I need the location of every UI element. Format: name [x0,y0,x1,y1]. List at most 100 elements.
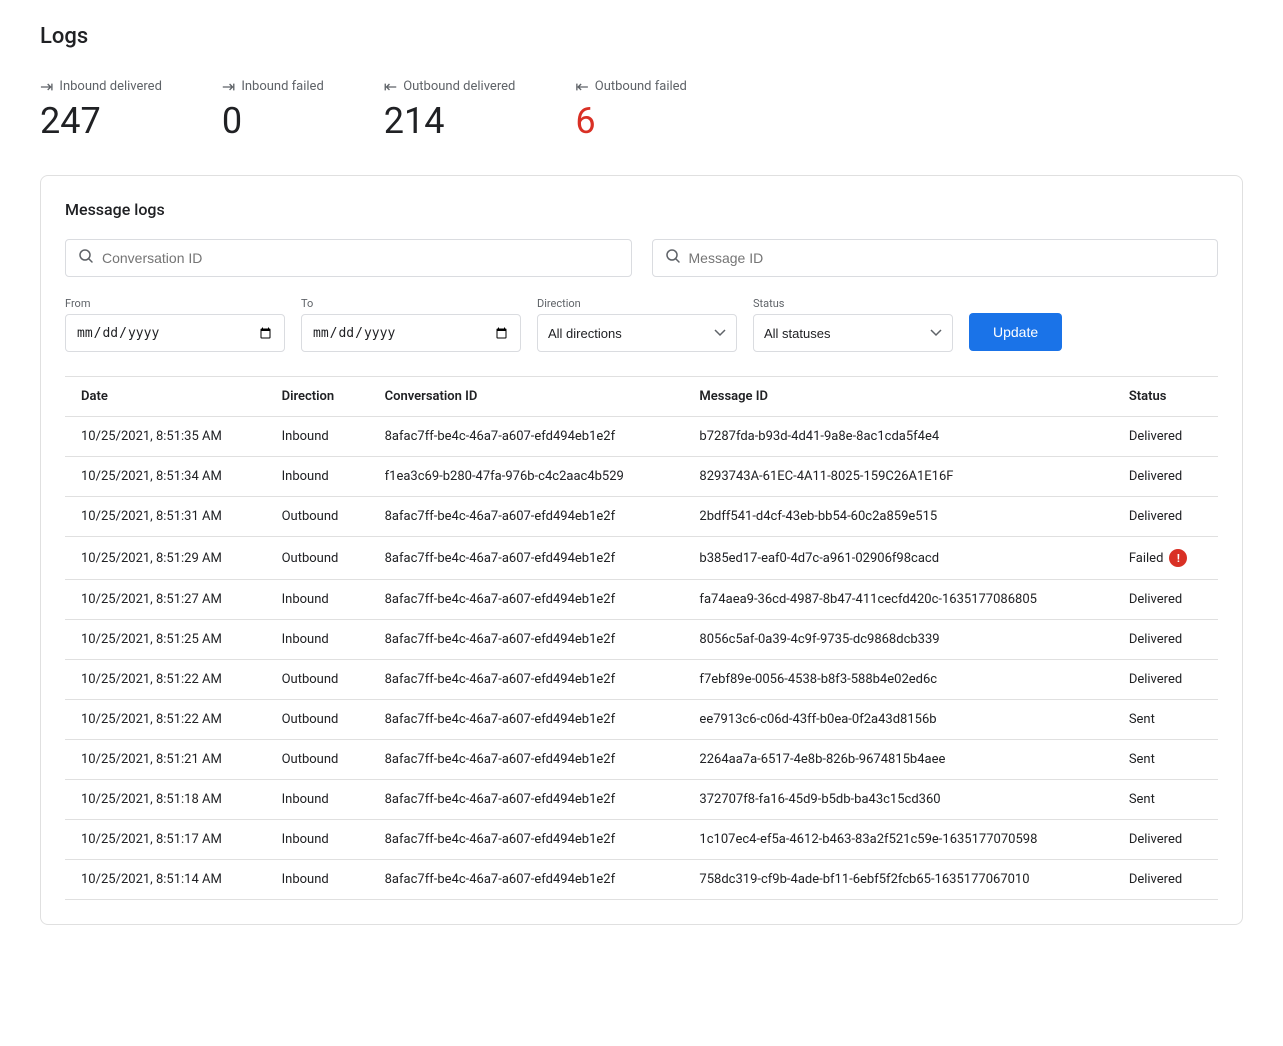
cell-conversation-id: 8afac7ff-be4c-46a7-a607-efd494eb1e2f [369,660,684,700]
stats-row: ⇥ Inbound delivered 247 ⇥ Inbound failed… [40,77,1243,143]
cell-message-id: f7ebf89e-0056-4538-b8f3-588b4e02ed6c [683,660,1112,700]
stat-outbound-failed: ⇤ Outbound failed 6 [575,77,687,143]
cell-date: 10/25/2021, 8:51:25 AM [65,620,266,660]
outbound-failed-icon: ⇤ [575,77,588,96]
direction-select[interactable]: All directions Inbound Outbound [537,314,737,352]
col-conversation-id: Conversation ID [369,377,684,417]
cell-message-id: 8293743A-61EC-4A11-8025-159C26A1E16F [683,457,1112,497]
to-label: To [301,297,521,310]
table-row: 10/25/2021, 8:51:22 AMOutbound8afac7ff-b… [65,660,1218,700]
direction-label: Direction [537,297,737,310]
message-logs-card: Message logs [40,175,1243,925]
cell-date: 10/25/2021, 8:51:31 AM [65,497,266,537]
cell-status: Delivered [1113,457,1218,497]
message-id-search-icon [665,248,681,268]
table-row: 10/25/2021, 8:51:25 AMInbound8afac7ff-be… [65,620,1218,660]
cell-conversation-id: 8afac7ff-be4c-46a7-a607-efd494eb1e2f [369,820,684,860]
cell-direction: Inbound [266,820,369,860]
table-header-row: Date Direction Conversation ID Message I… [65,377,1218,417]
from-label: From [65,297,285,310]
table-row: 10/25/2021, 8:51:17 AMInbound8afac7ff-be… [65,820,1218,860]
message-id-search-wrapper [652,239,1219,277]
col-date: Date [65,377,266,417]
cell-status: Delivered [1113,580,1218,620]
stat-outbound-delivered-value: 214 [384,100,516,143]
cell-date: 10/25/2021, 8:51:22 AM [65,660,266,700]
cell-status: Sent [1113,780,1218,820]
cell-status: Failed! [1113,537,1218,580]
cell-date: 10/25/2021, 8:51:17 AM [65,820,266,860]
inbound-delivered-icon: ⇥ [40,77,53,96]
cell-conversation-id: 8afac7ff-be4c-46a7-a607-efd494eb1e2f [369,497,684,537]
cell-conversation-id: f1ea3c69-b280-47fa-976b-c4c2aac4b529 [369,457,684,497]
status-label: Status [753,297,953,310]
status-filter-group: Status All statuses Delivered Failed Sen… [753,297,953,352]
table-row: 10/25/2021, 8:51:14 AMInbound8afac7ff-be… [65,860,1218,900]
from-filter-group: From [65,297,285,352]
cell-conversation-id: 8afac7ff-be4c-46a7-a607-efd494eb1e2f [369,860,684,900]
cell-message-id: 1c107ec4-ef5a-4612-b463-83a2f521c59e-163… [683,820,1112,860]
cell-direction: Inbound [266,457,369,497]
to-date-input[interactable] [301,314,521,352]
cell-status: Sent [1113,700,1218,740]
cell-date: 10/25/2021, 8:51:18 AM [65,780,266,820]
cell-message-id: 8056c5af-0a39-4c9f-9735-dc9868dcb339 [683,620,1112,660]
outbound-delivered-icon: ⇤ [384,77,397,96]
cell-date: 10/25/2021, 8:51:21 AM [65,740,266,780]
page-title: Logs [40,24,1243,49]
cell-conversation-id: 8afac7ff-be4c-46a7-a607-efd494eb1e2f [369,780,684,820]
update-button[interactable]: Update [969,313,1062,351]
table-row: 10/25/2021, 8:51:34 AMInboundf1ea3c69-b2… [65,457,1218,497]
cell-direction: Inbound [266,580,369,620]
stat-outbound-delivered-label: ⇤ Outbound delivered [384,77,516,96]
col-status: Status [1113,377,1218,417]
inbound-failed-icon: ⇥ [222,77,235,96]
table-row: 10/25/2021, 8:51:18 AMInbound8afac7ff-be… [65,780,1218,820]
cell-direction: Outbound [266,660,369,700]
cell-direction: Inbound [266,417,369,457]
cell-message-id: 372707f8-fa16-45d9-b5db-ba43c15cd360 [683,780,1112,820]
cell-direction: Outbound [266,740,369,780]
cell-status: Delivered [1113,820,1218,860]
table-row: 10/25/2021, 8:51:22 AMOutbound8afac7ff-b… [65,700,1218,740]
conversation-id-input[interactable] [102,250,619,266]
cell-conversation-id: 8afac7ff-be4c-46a7-a607-efd494eb1e2f [369,700,684,740]
direction-filter-group: Direction All directions Inbound Outboun… [537,297,737,352]
cell-status: Delivered [1113,417,1218,457]
stat-outbound-failed-label: ⇤ Outbound failed [575,77,687,96]
from-date-input[interactable] [65,314,285,352]
cell-direction: Inbound [266,860,369,900]
cell-conversation-id: 8afac7ff-be4c-46a7-a607-efd494eb1e2f [369,417,684,457]
cell-status: Delivered [1113,497,1218,537]
cell-message-id: 758dc319-cf9b-4ade-bf11-6ebf5f2fcb65-163… [683,860,1112,900]
table-row: 10/25/2021, 8:51:35 AMInbound8afac7ff-be… [65,417,1218,457]
message-id-input[interactable] [689,250,1206,266]
table-row: 10/25/2021, 8:51:31 AMOutbound8afac7ff-b… [65,497,1218,537]
cell-message-id: fa74aea9-36cd-4987-8b47-411cecfd420c-163… [683,580,1112,620]
table-row: 10/25/2021, 8:51:29 AMOutbound8afac7ff-b… [65,537,1218,580]
cell-conversation-id: 8afac7ff-be4c-46a7-a607-efd494eb1e2f [369,580,684,620]
cell-status: Delivered [1113,660,1218,700]
cell-date: 10/25/2021, 8:51:14 AM [65,860,266,900]
conversation-id-search-icon [78,248,94,268]
status-failed-wrapper: Failed! [1129,549,1202,567]
status-select[interactable]: All statuses Delivered Failed Sent [753,314,953,352]
col-direction: Direction [266,377,369,417]
stat-inbound-delivered-value: 247 [40,100,162,143]
message-logs-table: Date Direction Conversation ID Message I… [65,376,1218,900]
cell-status: Delivered [1113,860,1218,900]
cell-message-id: 2bdff541-d4cf-43eb-bb54-60c2a859e515 [683,497,1112,537]
cell-message-id: b385ed17-eaf0-4d7c-a961-02906f98cacd [683,537,1112,580]
stat-inbound-failed-label: ⇥ Inbound failed [222,77,324,96]
card-title: Message logs [65,200,1218,219]
search-row [65,239,1218,277]
cell-conversation-id: 8afac7ff-be4c-46a7-a607-efd494eb1e2f [369,740,684,780]
table-row: 10/25/2021, 8:51:21 AMOutbound8afac7ff-b… [65,740,1218,780]
cell-date: 10/25/2021, 8:51:35 AM [65,417,266,457]
stat-inbound-failed: ⇥ Inbound failed 0 [222,77,324,143]
cell-date: 10/25/2021, 8:51:27 AM [65,580,266,620]
cell-message-id: ee7913c6-c06d-43ff-b0ea-0f2a43d8156b [683,700,1112,740]
cell-message-id: 2264aa7a-6517-4e8b-826b-9674815b4aee [683,740,1112,780]
cell-status: Delivered [1113,620,1218,660]
stat-inbound-delivered-label: ⇥ Inbound delivered [40,77,162,96]
